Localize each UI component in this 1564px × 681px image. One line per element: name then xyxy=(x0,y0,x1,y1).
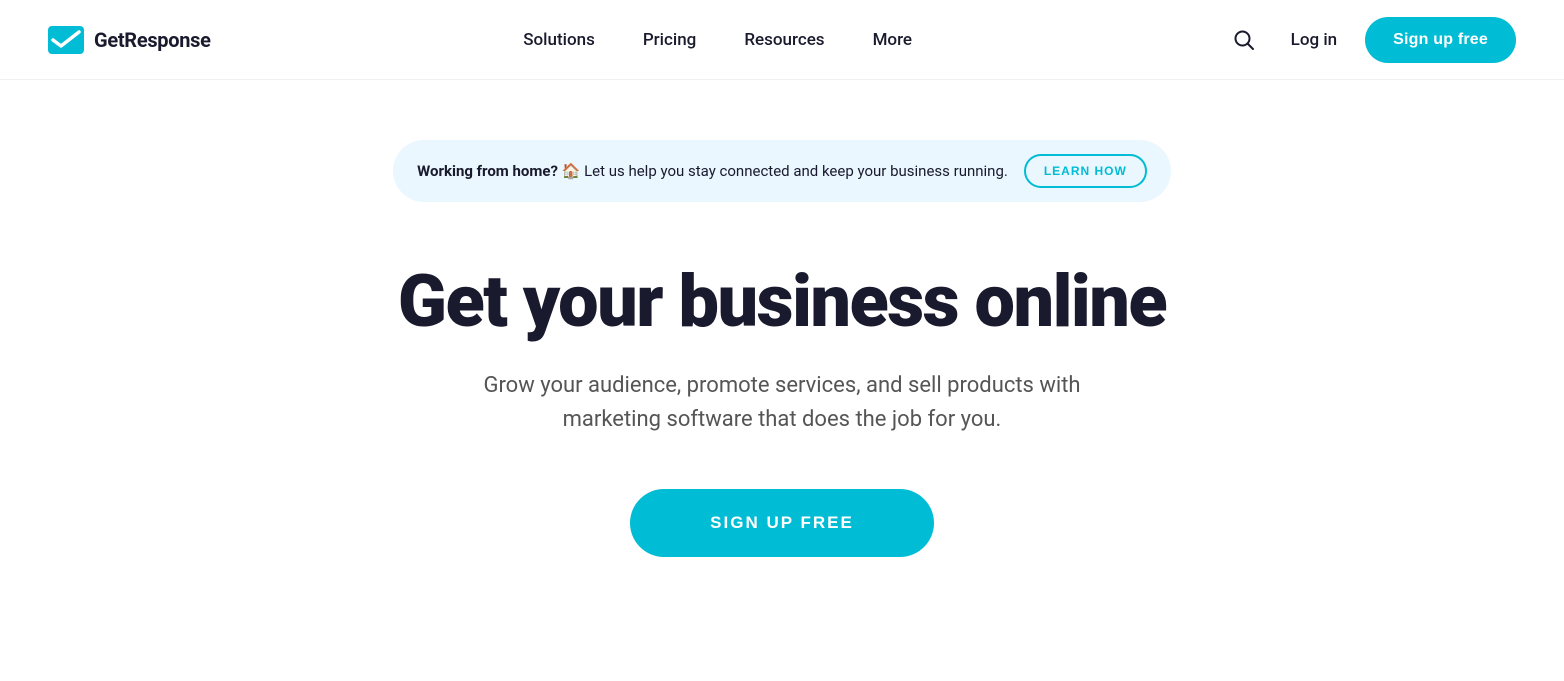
hero-section: Get your business online Grow your audie… xyxy=(0,202,1564,637)
nav-resources[interactable]: Resources xyxy=(724,20,844,60)
search-icon xyxy=(1233,29,1255,51)
login-link[interactable]: Log in xyxy=(1275,20,1353,60)
navbar: GetResponse Solutions Pricing Resources … xyxy=(0,0,1564,80)
getresponse-logo-icon xyxy=(48,26,84,54)
banner-regular-text: Let us help you stay connected and keep … xyxy=(584,162,1008,180)
hero-subtitle: Grow your audience, promote services, an… xyxy=(462,369,1102,437)
nav-right: Log in Sign up free xyxy=(1225,17,1516,63)
nav-solutions[interactable]: Solutions xyxy=(503,20,615,60)
nav-pricing[interactable]: Pricing xyxy=(623,20,717,60)
hero-title: Get your business online xyxy=(398,262,1166,341)
logo[interactable]: GetResponse xyxy=(48,26,211,54)
banner-learn-button[interactable]: LEARN HOW xyxy=(1024,154,1147,188)
banner-text: Working from home? 🏠 Let us help you sta… xyxy=(417,162,1008,180)
nav-signup-button[interactable]: Sign up free xyxy=(1365,17,1516,63)
banner-bold-text: Working from home? 🏠 xyxy=(417,162,580,180)
hero-cta-button[interactable]: SIGN UP FREE xyxy=(630,489,934,557)
nav-links: Solutions Pricing Resources More xyxy=(503,20,932,60)
brand-name: GetResponse xyxy=(94,28,211,52)
announcement-banner: Working from home? 🏠 Let us help you sta… xyxy=(0,140,1564,202)
nav-more[interactable]: More xyxy=(853,20,932,60)
search-button[interactable] xyxy=(1225,21,1263,59)
banner-inner: Working from home? 🏠 Let us help you sta… xyxy=(393,140,1171,202)
